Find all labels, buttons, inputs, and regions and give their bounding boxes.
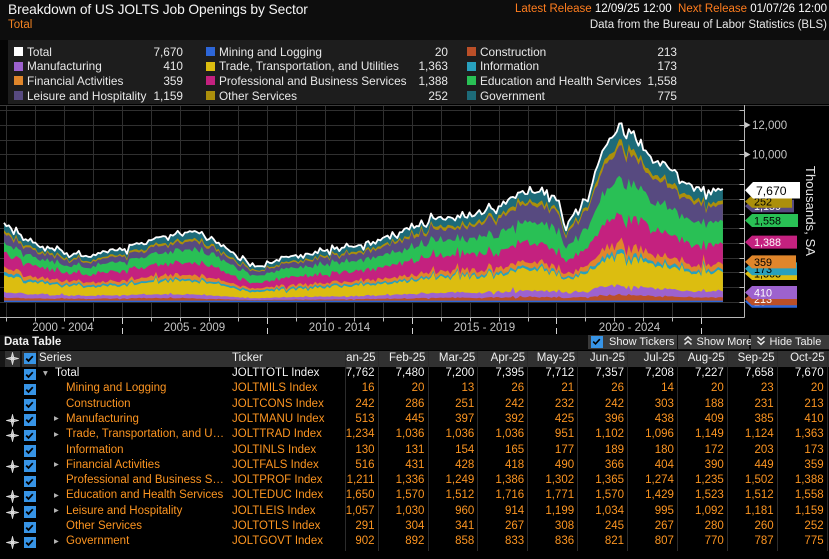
- svg-text:410: 410: [754, 288, 772, 300]
- svg-text:12,000: 12,000: [752, 120, 787, 132]
- svg-text:7,670: 7,670: [756, 184, 787, 198]
- svg-text:1,558: 1,558: [754, 216, 781, 228]
- svg-text:1,388: 1,388: [754, 237, 781, 249]
- svg-text:359: 359: [754, 257, 772, 269]
- svg-text:2000 - 2004: 2000 - 2004: [32, 322, 94, 334]
- svg-text:10,000: 10,000: [752, 150, 787, 162]
- svg-text:Thousands, SA: Thousands, SA: [803, 166, 818, 256]
- svg-text:2005 - 2009: 2005 - 2009: [164, 322, 225, 334]
- svg-text:2010 - 2014: 2010 - 2014: [309, 322, 371, 334]
- svg-text:2015 - 2019: 2015 - 2019: [454, 322, 515, 334]
- svg-text:2020 - 2024: 2020 - 2024: [599, 322, 661, 334]
